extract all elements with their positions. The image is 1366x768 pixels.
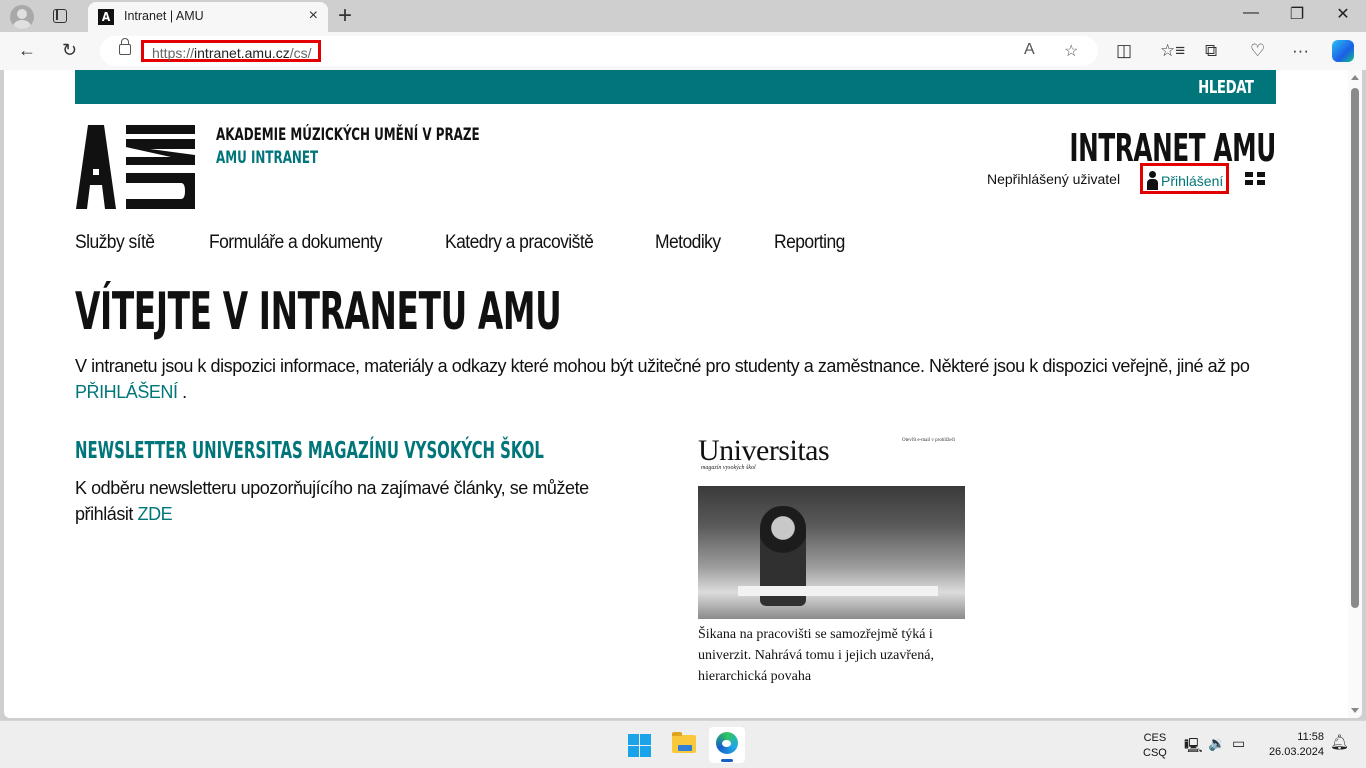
logo-a-hole — [93, 169, 99, 175]
org-subtitle[interactable]: AMU INTRANET — [216, 148, 318, 168]
url-host: intranet.amu.cz — [194, 45, 290, 61]
article-photo — [698, 486, 965, 619]
logo-bar — [126, 125, 195, 134]
copilot-icon[interactable] — [1332, 40, 1354, 62]
clock-date: 26.03.2024 — [1268, 746, 1324, 758]
folder-icon — [672, 732, 696, 753]
logo-letter-m — [126, 139, 195, 165]
file-explorer-button[interactable] — [665, 727, 701, 763]
newsletter-signup-link[interactable]: ZDE — [138, 504, 173, 524]
edge-icon — [716, 732, 738, 754]
browser-toolbar: ← ↻ https://intranet.amu.cz/cs/ A ☆ ◫ ☆≡… — [0, 32, 1366, 70]
open-in-browser-text: Otevřít e-mail v prohlížeči — [902, 438, 956, 443]
start-button[interactable] — [621, 727, 657, 763]
windows-logo-icon — [628, 746, 639, 757]
favorites-icon[interactable]: ☆≡ — [1160, 41, 1185, 61]
url-scheme: https:// — [152, 45, 195, 61]
split-screen-icon[interactable]: ◫ — [1116, 41, 1132, 61]
browser-tab[interactable]: A Intranet | AMU × — [88, 2, 328, 32]
scroll-down-arrow-icon[interactable] — [1351, 708, 1359, 713]
taskbar: CES CSQ 🖳 🔉 ▭ 11:58 26.03.2024 🔔︎ — [0, 720, 1366, 768]
input-language[interactable]: CES CSQ — [1143, 731, 1167, 761]
nav-item-katedry[interactable]: Katedry a pracoviště — [445, 232, 594, 254]
browser-health-icon[interactable]: ♡ — [1250, 41, 1265, 61]
edge-taskbar-button[interactable] — [709, 727, 745, 763]
logo-letter-a — [76, 125, 116, 209]
logo-letter-u — [126, 173, 195, 209]
newsletter-preview-image[interactable]: Universitas magazín vysokých škol Otevří… — [698, 430, 965, 685]
intro-text: V intranetu jsou k dispozici informace, … — [75, 356, 1250, 376]
back-button[interactable]: ← — [18, 40, 36, 61]
new-tab-button[interactable]: + — [338, 2, 352, 30]
universitas-tagline: magazín vysokých škol — [701, 465, 756, 471]
vertical-scrollbar[interactable] — [1348, 70, 1362, 718]
nav-item-sluzby-site[interactable]: Služby sítě — [75, 232, 155, 254]
universitas-masthead: Universitas — [698, 434, 830, 467]
org-name: AKADEMIE MÚZICKÝCH UMĚNÍ V PRAZE — [216, 125, 480, 145]
nav-item-formulare[interactable]: Formuláře a dokumenty — [209, 232, 383, 254]
read-aloud-icon[interactable]: A — [1024, 41, 1035, 59]
scroll-up-arrow-icon[interactable] — [1351, 75, 1359, 80]
page-heading: VÍTEJTE V INTRANETU AMU — [75, 282, 562, 342]
scrollbar-thumb[interactable] — [1351, 88, 1359, 608]
article-caption: Šikana na pracovišti se samozřejmě týká … — [698, 627, 934, 684]
more-options-icon[interactable]: ··· — [1292, 41, 1309, 61]
windows-logo-icon — [640, 734, 651, 745]
intro-suffix: . — [177, 382, 187, 402]
address-bar[interactable]: https://intranet.amu.cz/cs/ A ☆ — [100, 36, 1098, 66]
minimize-button[interactable]: — — [1228, 4, 1274, 22]
tab-actions-icon[interactable] — [53, 9, 67, 23]
keyboard-layout: CSQ — [1143, 747, 1167, 759]
volume-icon[interactable]: 🔉 — [1208, 735, 1225, 752]
language-code: CES — [1143, 732, 1167, 744]
nav-item-reporting[interactable]: Reporting — [774, 232, 845, 254]
reload-button[interactable]: ↻ — [62, 40, 77, 61]
windows-logo-icon — [628, 734, 639, 745]
newsletter-heading: NEWSLETTER UNIVERSITAS MAGAZÍNU VYSOKÝCH… — [75, 438, 544, 464]
photo-table — [738, 586, 938, 596]
search-button[interactable]: HLEDAT — [1199, 77, 1255, 98]
windows-logo-icon — [640, 746, 651, 757]
collections-icon[interactable]: ⧉ — [1205, 41, 1217, 61]
intro-login-link[interactable]: PŘIHLÁŠENÍ — [75, 382, 178, 402]
restore-button[interactable]: ❐ — [1274, 4, 1320, 24]
favorite-star-icon[interactable]: ☆ — [1064, 41, 1078, 61]
page-viewport: HLEDAT AKADEMIE MÚZICKÝCH UMĚNÍ V PRAZE … — [4, 70, 1362, 718]
clock-time: 11:58 — [1297, 731, 1324, 743]
login-link[interactable]: Přihlášení — [1140, 163, 1230, 194]
profile-icon[interactable] — [10, 5, 34, 29]
amu-logo[interactable] — [76, 125, 195, 209]
lock-icon[interactable] — [119, 38, 131, 55]
window-close-button[interactable]: ✕ — [1320, 4, 1366, 24]
battery-icon[interactable]: ▭ — [1232, 735, 1245, 752]
nav-item-metodiky[interactable]: Metodiky — [655, 232, 721, 254]
clock[interactable]: 11:58 26.03.2024 — [1269, 730, 1324, 760]
browser-tab-bar: A Intranet | AMU × + — ❐ ✕ — [0, 0, 1366, 32]
notification-bell-icon[interactable]: 🔔︎ — [1330, 733, 1349, 751]
active-app-indicator — [721, 759, 733, 762]
tab-title: Intranet | AMU — [124, 9, 204, 23]
login-label: Přihlášení — [1161, 172, 1224, 189]
top-bar: HLEDAT — [75, 70, 1276, 104]
person-icon — [1147, 171, 1158, 190]
user-status: Nepřihlášený uživatel — [987, 171, 1121, 187]
amu-favicon-icon: A — [98, 9, 114, 25]
english-flag-icon[interactable] — [1245, 172, 1265, 185]
tab-close-icon[interactable]: × — [309, 7, 318, 25]
network-icon[interactable]: 🖳 — [1184, 735, 1203, 759]
newsletter-text: K odběru newsletteru upozorňujícího na z… — [75, 475, 635, 527]
main-nav: Služby sítě Formuláře a dokumenty Katedr… — [75, 232, 899, 254]
url-text[interactable]: https://intranet.amu.cz/cs/ — [141, 40, 321, 62]
intro-paragraph: V intranetu jsou k dispozici informace, … — [75, 353, 1275, 405]
url-path: /cs/ — [289, 45, 312, 61]
